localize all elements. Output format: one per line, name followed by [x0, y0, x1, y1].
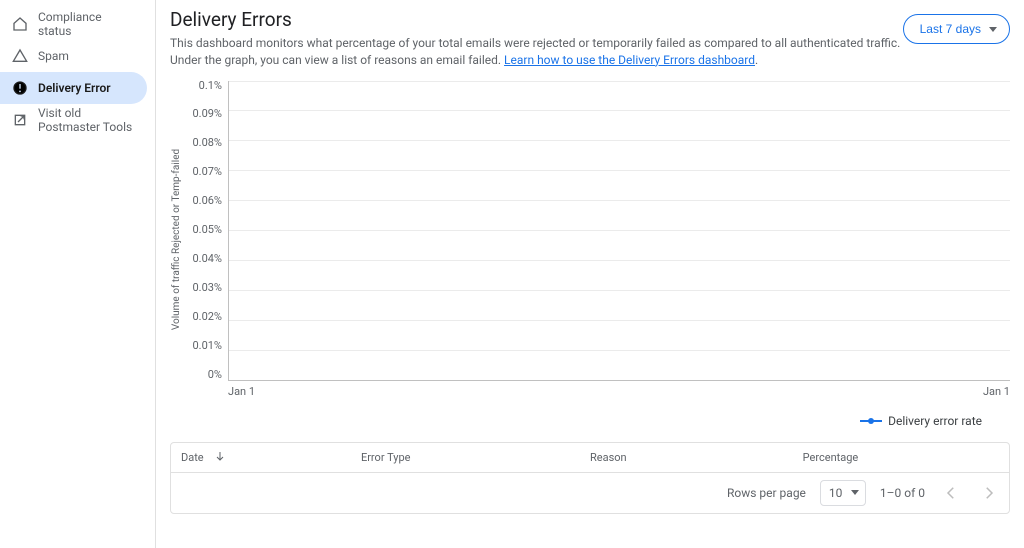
page-title: Delivery Errors	[170, 8, 1010, 31]
rows-per-page-label: Rows per page	[727, 486, 806, 500]
sidebar-item-label: Visit old Postmaster Tools	[38, 106, 135, 134]
table-header-row: Date Error Type Reason Percentage	[171, 443, 1009, 473]
error-circle-icon	[12, 80, 28, 96]
date-range-label: Last 7 days	[920, 22, 981, 36]
column-header-reason[interactable]: Reason	[590, 451, 803, 464]
chart-legend: Delivery error rate	[170, 414, 1010, 428]
chart-xticks: Jan 1 Jan 1	[184, 385, 1010, 398]
column-header-percentage[interactable]: Percentage	[803, 451, 999, 464]
legend-series-label: Delivery error rate	[888, 414, 982, 428]
chart-ylabel: Volume of traffic Rejected or Temp-faile…	[172, 148, 183, 329]
chart-plot-area	[228, 81, 1010, 381]
rows-per-page-select[interactable]: 10	[820, 480, 866, 506]
date-range-chip[interactable]: Last 7 days	[903, 14, 1010, 44]
chart-yticks: 0.1% 0.09% 0.08% 0.07% 0.06% 0.05% 0.04%…	[184, 81, 228, 381]
warning-icon	[12, 48, 28, 64]
next-page-button[interactable]	[977, 481, 1001, 505]
learn-more-link[interactable]: Learn how to use the Delivery Errors das…	[504, 53, 755, 67]
sidebar-item-spam[interactable]: Spam	[0, 40, 147, 72]
open-external-icon	[12, 112, 28, 128]
sidebar-item-old-postmaster[interactable]: Visit old Postmaster Tools	[0, 104, 147, 136]
sidebar-item-label: Compliance status	[38, 10, 135, 38]
table-footer: Rows per page 10 1–0 of 0	[171, 473, 1009, 513]
column-header-date[interactable]: Date	[181, 450, 361, 465]
caret-down-icon	[851, 490, 859, 495]
main-content: Delivery Errors This dashboard monitors …	[156, 0, 1024, 548]
page-description: This dashboard monitors what percentage …	[170, 35, 910, 69]
sidebar: Compliance status Spam Delivery Error Vi…	[0, 0, 156, 548]
pagination-range: 1–0 of 0	[880, 486, 925, 500]
legend-line-icon	[860, 416, 882, 426]
errors-table: Date Error Type Reason Percentage Rows p…	[170, 442, 1010, 514]
delivery-error-chart: Volume of traffic Rejected or Temp-faile…	[170, 81, 1010, 428]
sidebar-item-compliance[interactable]: Compliance status	[0, 8, 147, 40]
sort-arrow-down-icon	[214, 450, 226, 465]
column-header-error-type[interactable]: Error Type	[361, 451, 590, 464]
sidebar-item-label: Spam	[38, 49, 69, 63]
prev-page-button[interactable]	[939, 481, 963, 505]
sidebar-item-delivery-error[interactable]: Delivery Error	[0, 72, 147, 104]
sidebar-item-label: Delivery Error	[38, 81, 111, 95]
home-icon	[12, 16, 28, 32]
